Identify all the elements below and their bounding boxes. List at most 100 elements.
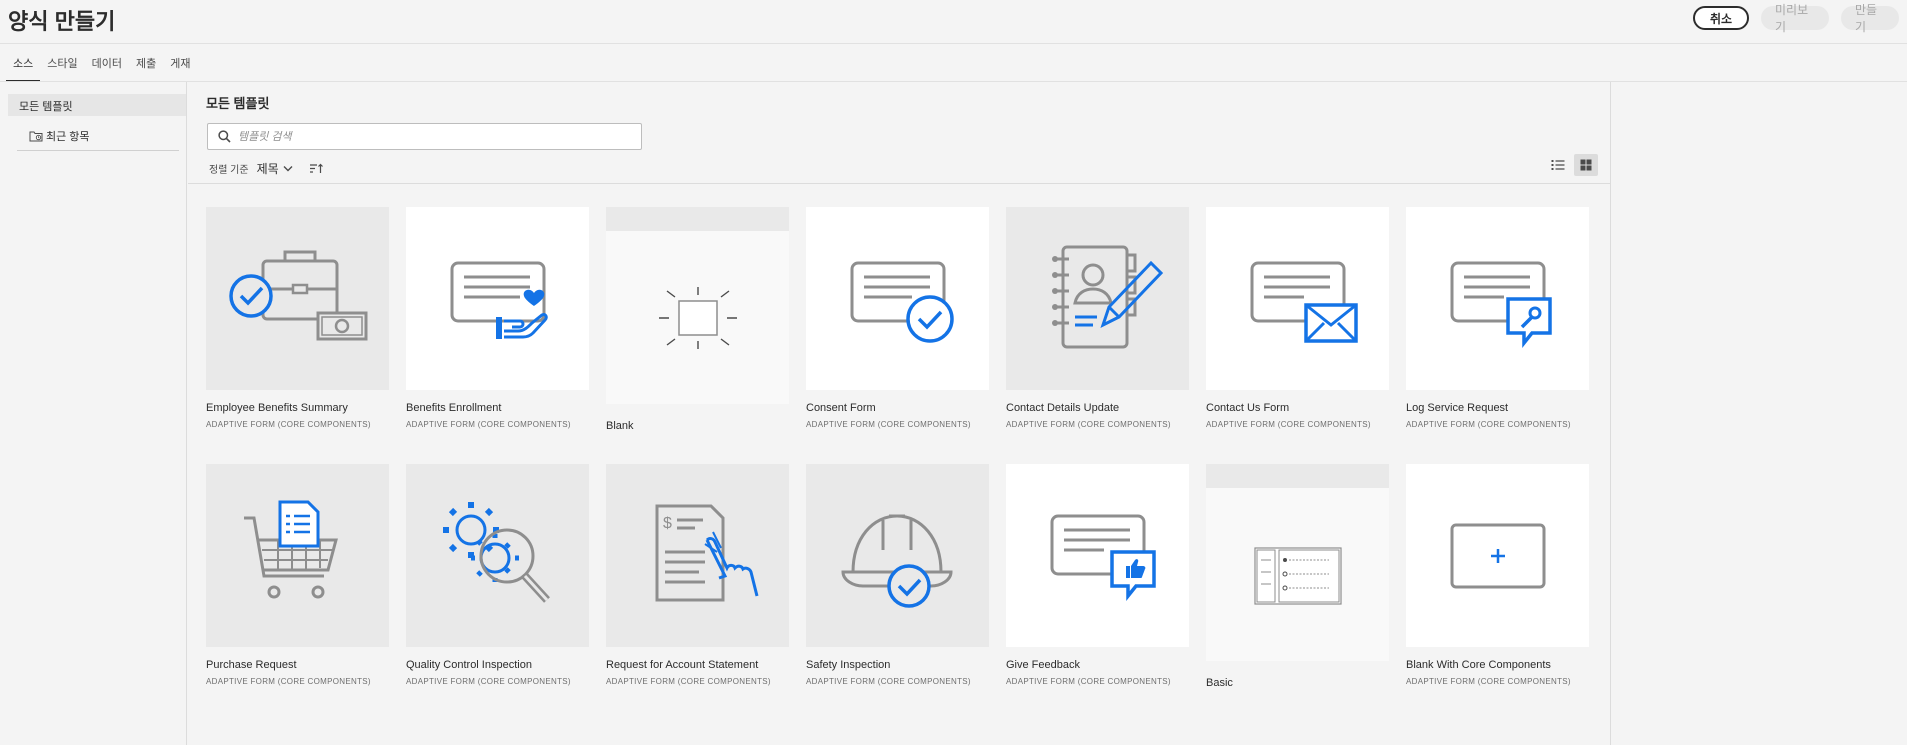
blank-preview — [606, 231, 789, 404]
template-card-employee-benefits-summary[interactable]: Employee Benefits Summary ADAPTIVE FORM … — [206, 207, 389, 429]
template-thumbnail — [806, 207, 989, 390]
template-title: Blank With Core Components — [1406, 659, 1551, 671]
template-thumbnail — [206, 207, 389, 390]
template-card-contact-details-update[interactable]: Contact Details Update ADAPTIVE FORM (CO… — [1006, 207, 1189, 429]
template-card-contact-us-form[interactable]: Contact Us Form ADAPTIVE FORM (CORE COMP… — [1206, 207, 1389, 429]
plus-frame-icon — [1450, 523, 1545, 588]
view-switch — [1546, 154, 1598, 176]
template-title: Give Feedback — [1006, 659, 1080, 671]
template-panel: 모든 템플릿 정렬 기준 제목 — [188, 82, 1611, 745]
form-check-icon — [850, 261, 954, 343]
toolbar-divider — [188, 183, 1611, 184]
template-thumbnail: $ — [606, 464, 789, 647]
gear-magnifier-icon — [442, 501, 550, 603]
folder-recent-icon — [29, 130, 43, 142]
tab-style[interactable]: 스타일 — [40, 44, 84, 82]
template-title: Purchase Request — [206, 659, 297, 671]
template-title: Employee Benefits Summary — [206, 402, 348, 414]
section-title: 모든 템플릿 — [206, 96, 270, 111]
template-card-benefits-enrollment[interactable]: Benefits Enrollment ADAPTIVE FORM (CORE … — [406, 207, 589, 429]
template-title: Log Service Request — [1406, 402, 1509, 414]
template-type: ADAPTIVE FORM (CORE COMPONENTS) — [406, 420, 571, 429]
briefcase-check-icon — [228, 250, 367, 340]
template-type: ADAPTIVE FORM (CORE COMPONENTS) — [806, 677, 971, 686]
template-thumbnail — [1006, 464, 1189, 647]
template-card-log-service-request[interactable]: Log Service Request ADAPTIVE FORM (CORE … — [1406, 207, 1589, 429]
blank-frame-icon — [658, 286, 737, 349]
svg-text:$: $ — [663, 515, 672, 532]
template-card-blank[interactable]: Blank — [606, 207, 789, 432]
template-title: Blank — [606, 420, 634, 432]
sidebar-item-all-templates[interactable]: 모든 템플릿 — [8, 94, 186, 116]
template-thumbnail — [806, 464, 989, 647]
template-thumbnail — [1006, 207, 1189, 390]
list-view-icon — [1551, 160, 1565, 170]
search-input[interactable] — [238, 130, 628, 143]
template-title: Benefits Enrollment — [406, 402, 502, 414]
template-type: ADAPTIVE FORM (CORE COMPONENTS) — [1006, 420, 1171, 429]
template-title: Safety Inspection — [806, 659, 891, 671]
template-thumbnail — [1206, 464, 1389, 661]
sidebar-item-label: 최근 항목 — [46, 130, 90, 143]
template-thumbnail — [406, 464, 589, 647]
template-type: ADAPTIVE FORM (CORE COMPONENTS) — [806, 420, 971, 429]
template-thumbnail — [1406, 207, 1589, 390]
template-type: ADAPTIVE FORM (CORE COMPONENTS) — [206, 420, 371, 429]
template-type: ADAPTIVE FORM (CORE COMPONENTS) — [606, 677, 771, 686]
tab-data[interactable]: 데이터 — [85, 44, 129, 82]
search-icon — [218, 130, 231, 143]
template-card-purchase-request[interactable]: Purchase Request ADAPTIVE FORM (CORE COM… — [206, 464, 389, 686]
form-wrench-icon — [1450, 261, 1552, 348]
template-title: Contact Us Form — [1206, 402, 1290, 414]
sort-bar: 정렬 기준 제목 — [209, 160, 324, 177]
sort-dropdown[interactable]: 제목 — [257, 160, 279, 177]
template-title: Consent Form — [806, 402, 876, 414]
top-bar: 양식 만들기 취소 미리보기 만들기 — [0, 0, 1907, 44]
grid-view-icon — [1580, 159, 1592, 171]
template-type: ADAPTIVE FORM (CORE COMPONENTS) — [1406, 420, 1571, 429]
grid-view-button[interactable] — [1574, 154, 1598, 176]
template-title: Contact Details Update — [1006, 402, 1120, 414]
template-title: Basic — [1206, 677, 1233, 689]
template-type: ADAPTIVE FORM (CORE COMPONENTS) — [1406, 677, 1571, 686]
sort-label: 정렬 기준 — [209, 165, 249, 176]
hardhat-check-icon — [840, 513, 953, 608]
template-type: ADAPTIVE FORM (CORE COMPONENTS) — [1006, 677, 1171, 686]
search-box — [207, 123, 642, 150]
address-book-pen-icon — [1051, 245, 1163, 348]
template-thumbnail — [1406, 464, 1589, 647]
template-card-blank-with-core-components[interactable]: Blank With Core Components ADAPTIVE FORM… — [1406, 464, 1589, 686]
sort-ascending-icon[interactable] — [309, 163, 324, 174]
cart-document-icon — [243, 500, 338, 598]
template-card-consent-form[interactable]: Consent Form ADAPTIVE FORM (CORE COMPONE… — [806, 207, 989, 429]
template-type: ADAPTIVE FORM (CORE COMPONENTS) — [406, 677, 571, 686]
template-card-safety-inspection[interactable]: Safety Inspection ADAPTIVE FORM (CORE CO… — [806, 464, 989, 686]
header-actions: 취소 미리보기 만들기 — [1693, 3, 1899, 34]
template-thumbnail — [606, 207, 789, 404]
tab-bar: 소스 스타일 데이터 제출 게재 — [6, 44, 198, 82]
basic-layout-icon — [1253, 546, 1342, 605]
list-view-button[interactable] — [1546, 154, 1570, 176]
tab-source[interactable]: 소스 — [6, 44, 41, 82]
preview-button[interactable]: 미리보기 — [1761, 3, 1829, 34]
sidebar: 모든 템플릿 최근 항목 — [0, 82, 187, 745]
template-thumbnail — [206, 464, 389, 647]
template-card-quality-control-inspection[interactable]: Quality Control Inspection ADAPTIVE FORM… — [406, 464, 589, 686]
template-card-basic[interactable]: Basic — [1206, 464, 1389, 689]
template-title: Request for Account Statement — [606, 659, 759, 671]
page-title: 양식 만들기 — [8, 9, 116, 34]
tab-publish[interactable]: 게재 — [163, 44, 197, 82]
form-envelope-icon — [1250, 261, 1358, 343]
template-card-give-feedback[interactable]: Give Feedback ADAPTIVE FORM (CORE COMPON… — [1006, 464, 1189, 686]
sidebar-item-recent[interactable]: 최근 항목 — [17, 121, 179, 151]
cancel-button[interactable]: 취소 — [1693, 6, 1749, 30]
template-thumbnail — [406, 207, 589, 390]
template-type: ADAPTIVE FORM (CORE COMPONENTS) — [206, 677, 371, 686]
tab-submit[interactable]: 제출 — [129, 44, 163, 82]
create-button[interactable]: 만들기 — [1841, 3, 1899, 34]
template-title: Quality Control Inspection — [406, 659, 532, 671]
chevron-down-icon[interactable] — [283, 165, 293, 172]
basic-preview — [1206, 488, 1389, 661]
template-card-request-for-account-statement[interactable]: $ Request for Account Statement ADAPTIVE… — [606, 464, 789, 686]
template-thumbnail — [1206, 207, 1389, 390]
